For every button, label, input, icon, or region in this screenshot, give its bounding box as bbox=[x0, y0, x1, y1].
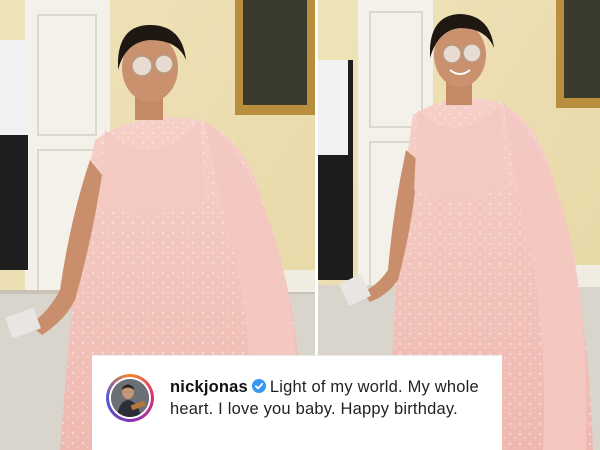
avatar[interactable] bbox=[106, 374, 154, 422]
person-icon bbox=[111, 379, 149, 417]
instagram-caption-card: nickjonas Light of my world. My whole hea… bbox=[92, 355, 502, 450]
avatar-frame bbox=[109, 377, 151, 419]
post-caption: nickjonas Light of my world. My whole hea… bbox=[170, 376, 496, 420]
avatar-image bbox=[111, 379, 149, 417]
username-link[interactable]: nickjonas bbox=[170, 378, 248, 396]
verified-badge-icon bbox=[251, 379, 266, 393]
